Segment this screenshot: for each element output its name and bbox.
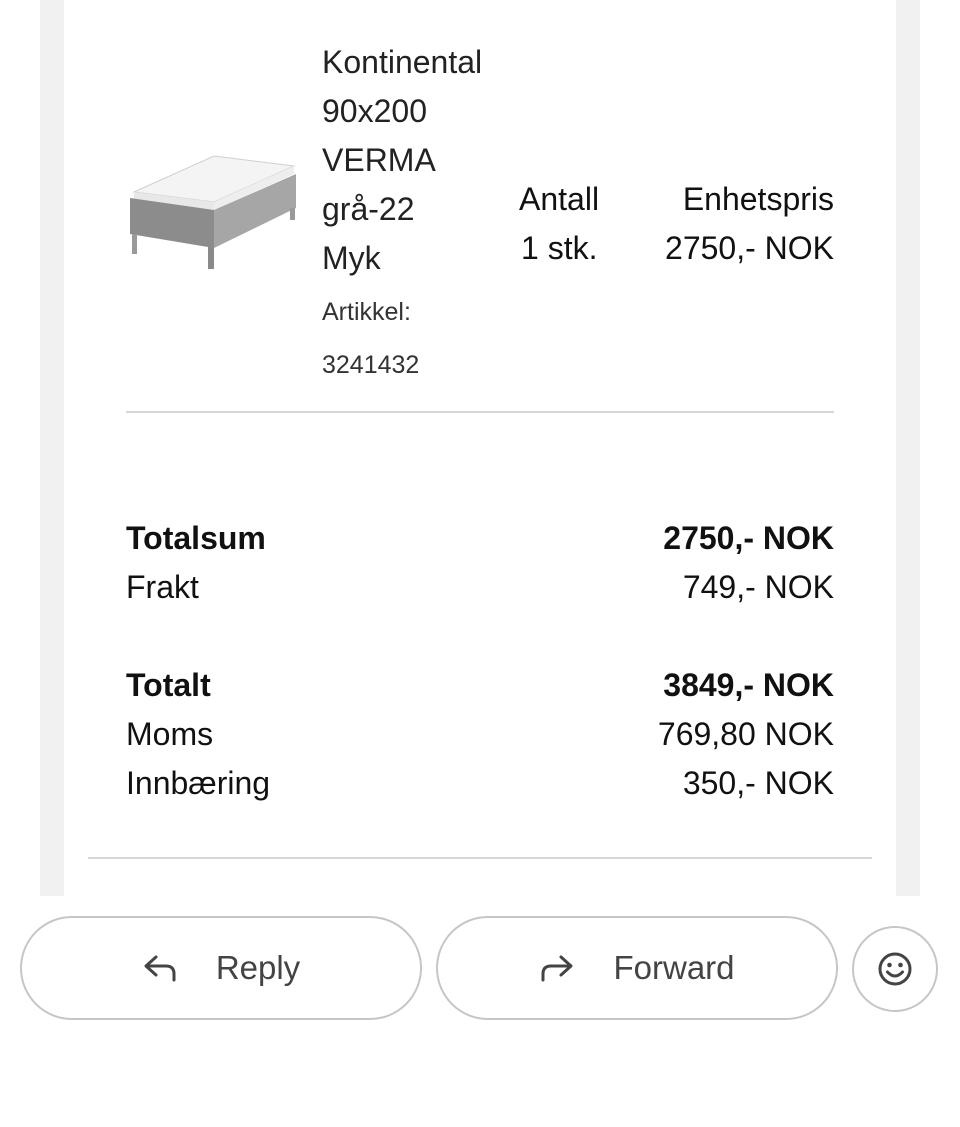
totalsum-label: Totalsum	[126, 520, 266, 556]
total-value: 3849,- NOK	[663, 667, 834, 703]
totalsum-value: 2750,- NOK	[663, 520, 834, 556]
totalsum-row: Totalsum 2750,- NOK	[126, 514, 834, 563]
divider	[88, 857, 872, 859]
shipping-row: Frakt 749,- NOK	[126, 563, 834, 612]
product-name: Kontinental 90x200 VERMA grå-22 Myk	[322, 38, 512, 283]
product-image	[130, 155, 296, 269]
unit-price-value: 2750,- NOK	[665, 230, 834, 266]
total-label: Totalt	[126, 667, 211, 703]
reply-label: Reply	[215, 949, 301, 986]
carry-in-label: Innbæring	[126, 765, 271, 801]
emoji-reaction-button[interactable]	[852, 926, 938, 1012]
article-info: Artikkel: 3241432	[322, 286, 419, 392]
smiley-icon	[878, 952, 912, 986]
product-name-line: grå-22	[322, 191, 415, 227]
carry-in-value: 350,- NOK	[682, 765, 834, 801]
divider	[126, 411, 834, 413]
product-name-line: VERMA	[322, 142, 436, 178]
article-number: 3241432	[322, 351, 420, 379]
total-row: Totalt 3849,- NOK	[126, 661, 834, 710]
product-name-line: Kontinental	[322, 44, 483, 80]
forward-button[interactable]: Forward	[436, 916, 838, 1020]
quantity-header: Antall	[519, 181, 600, 217]
reply-button[interactable]: Reply	[20, 916, 422, 1020]
forward-label: Forward	[613, 949, 735, 986]
carry-in-row: Innbæring 350,- NOK	[126, 759, 834, 808]
article-label: Artikkel:	[322, 298, 411, 326]
product-name-line: Myk	[322, 240, 381, 276]
forward-arrow-icon	[539, 953, 575, 983]
product-name-line: 90x200	[322, 93, 427, 129]
shipping-label: Frakt	[126, 569, 199, 605]
unit-price-header: Enhetspris	[682, 181, 834, 217]
vat-row: Moms 769,80 NOK	[126, 710, 834, 759]
quantity-value: 1 stk.	[521, 230, 598, 266]
reply-arrow-icon	[142, 953, 178, 983]
vat-value: 769,80 NOK	[657, 716, 834, 752]
shipping-value: 749,- NOK	[682, 569, 834, 605]
vat-label: Moms	[126, 716, 214, 752]
